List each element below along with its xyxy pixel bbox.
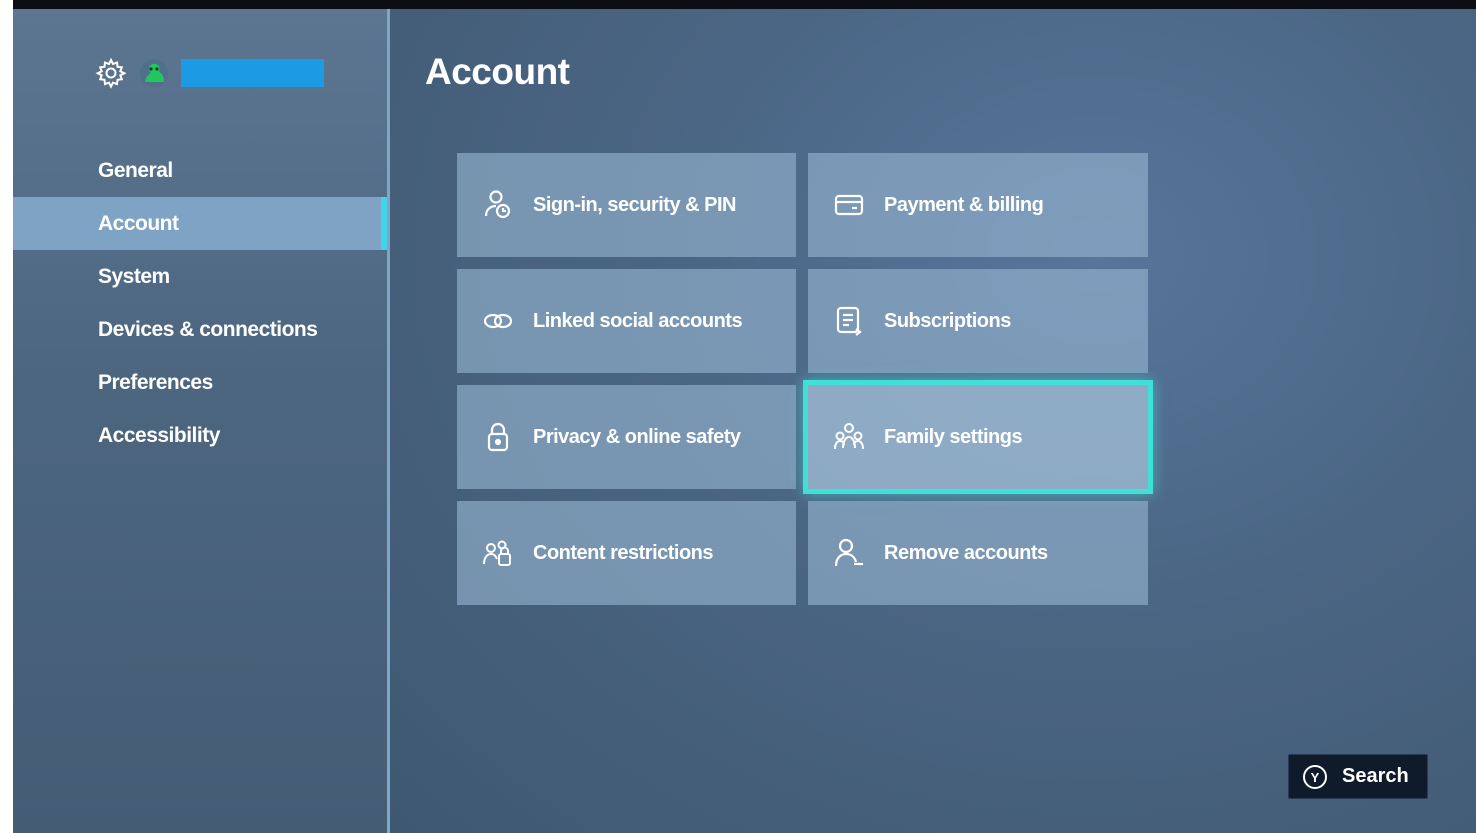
tile-sign-in-security-pin[interactable]: Sign-in, security & PIN [457, 153, 796, 257]
tile-content-restrictions[interactable]: Content restrictions [457, 501, 796, 605]
sidebar-item-devices-connections[interactable]: Devices & connections [13, 303, 387, 356]
tile-label: Sign-in, security & PIN [533, 193, 736, 216]
content-restrictions-icon [481, 536, 515, 570]
link-icon [481, 304, 515, 338]
main-panel: Account Sign-in, security & PIN Payment … [390, 9, 1476, 833]
tile-linked-social-accounts[interactable]: Linked social accounts [457, 269, 796, 373]
gear-icon [95, 57, 127, 89]
tile-label: Linked social accounts [533, 309, 743, 332]
sidebar-item-label: Devices & connections [98, 317, 318, 341]
screen-bezel-left [0, 0, 13, 833]
tile-remove-accounts[interactable]: Remove accounts [808, 501, 1148, 605]
sidebar-item-label: System [98, 264, 170, 288]
remove-person-icon [832, 536, 866, 570]
tile-label: Content restrictions [533, 541, 714, 564]
sidebar-item-label: Account [98, 211, 179, 235]
sidebar: General Account System Devices & connect… [13, 9, 387, 833]
sidebar-item-label: General [98, 158, 173, 182]
sidebar-item-system[interactable]: System [13, 250, 387, 303]
search-label: Search [1342, 765, 1409, 787]
page-title: Account [425, 51, 570, 92]
settings-screen: General Account System Devices & connect… [13, 9, 1476, 833]
y-button-glyph: Y [1311, 770, 1320, 785]
tile-label: Payment & billing [884, 193, 1044, 216]
tile-label: Privacy & online safety [533, 425, 741, 448]
avatar[interactable] [139, 58, 169, 88]
key-person-icon [481, 188, 515, 222]
y-button-icon: Y [1302, 764, 1328, 790]
tile-label: Family settings [884, 425, 1023, 448]
subscriptions-icon [832, 304, 866, 338]
tile-payment-billing[interactable]: Payment & billing [808, 153, 1148, 257]
tile-privacy-online-safety[interactable]: Privacy & online safety [457, 385, 796, 489]
gamertag-redaction-bar [181, 59, 324, 87]
sidebar-item-accessibility[interactable]: Accessibility [13, 409, 387, 462]
sidebar-item-label: Accessibility [98, 423, 220, 447]
screen-bezel-top [0, 0, 1476, 9]
sidebar-item-label: Preferences [98, 370, 213, 394]
sidebar-nav: General Account System Devices & connect… [13, 144, 387, 462]
tile-subscriptions[interactable]: Subscriptions [808, 269, 1148, 373]
sidebar-item-account[interactable]: Account [13, 197, 387, 250]
credit-card-icon [832, 188, 866, 222]
settings-tile-grid: Sign-in, security & PIN Payment & billin… [457, 153, 1157, 605]
search-button[interactable]: Y Search [1288, 754, 1428, 799]
lock-icon [481, 420, 515, 454]
profile-header [95, 55, 324, 91]
tile-label: Remove accounts [884, 541, 1048, 564]
family-icon [832, 420, 866, 454]
tile-family-settings[interactable]: Family settings [803, 380, 1153, 494]
sidebar-item-general[interactable]: General [13, 144, 387, 197]
tile-label: Subscriptions [884, 309, 1011, 332]
sidebar-item-preferences[interactable]: Preferences [13, 356, 387, 409]
